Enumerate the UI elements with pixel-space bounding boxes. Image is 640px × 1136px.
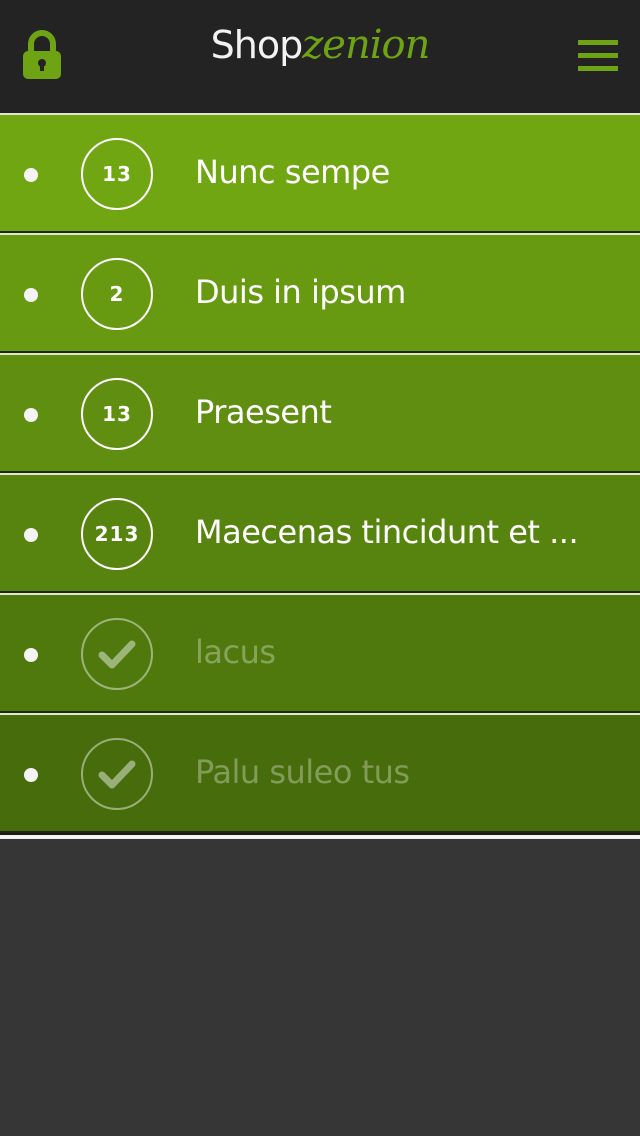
check-badge [81, 618, 153, 690]
list-item-label: Nunc sempe [195, 153, 390, 191]
bullet-icon [24, 288, 38, 302]
list-item-label: Duis in ipsum [195, 273, 406, 311]
list-item[interactable]: Palu suleo tus [0, 713, 640, 833]
count-badge: 213 [81, 498, 153, 570]
check-badge [81, 738, 153, 810]
list-item-label: lacus [195, 633, 276, 671]
list-item[interactable]: 213 Maecenas tincidunt et ... [0, 473, 640, 593]
logo-shop-text: Shop [210, 23, 304, 67]
list-item-label: Praesent [195, 393, 332, 431]
count-badge: 2 [81, 258, 153, 330]
list-item[interactable]: 13 Nunc sempe [0, 113, 640, 233]
bullet-icon [24, 168, 38, 182]
app-screen: Shopzenion 13 Nunc sempe 2 Duis in ipsum… [0, 0, 640, 1136]
top-bar: Shopzenion [0, 0, 640, 113]
item-list: 13 Nunc sempe 2 Duis in ipsum 13 Praesen… [0, 113, 640, 839]
logo-zenion-text: zenion [302, 22, 430, 68]
list-item[interactable]: lacus [0, 593, 640, 713]
count-badge: 13 [81, 138, 153, 210]
hamburger-menu-icon[interactable] [578, 40, 620, 74]
bullet-icon [24, 768, 38, 782]
count-badge: 13 [81, 378, 153, 450]
list-item-label: Maecenas tincidunt et ... [195, 513, 579, 551]
check-icon [98, 640, 136, 669]
bullet-icon [24, 408, 38, 422]
bullet-icon [24, 648, 38, 662]
list-item-label: Palu suleo tus [195, 753, 410, 791]
list-item[interactable]: 2 Duis in ipsum [0, 233, 640, 353]
bullet-icon [24, 528, 38, 542]
app-logo: Shopzenion [0, 22, 640, 68]
list-divider [0, 833, 640, 839]
list-item[interactable]: 13 Praesent [0, 353, 640, 473]
check-icon [98, 760, 136, 789]
